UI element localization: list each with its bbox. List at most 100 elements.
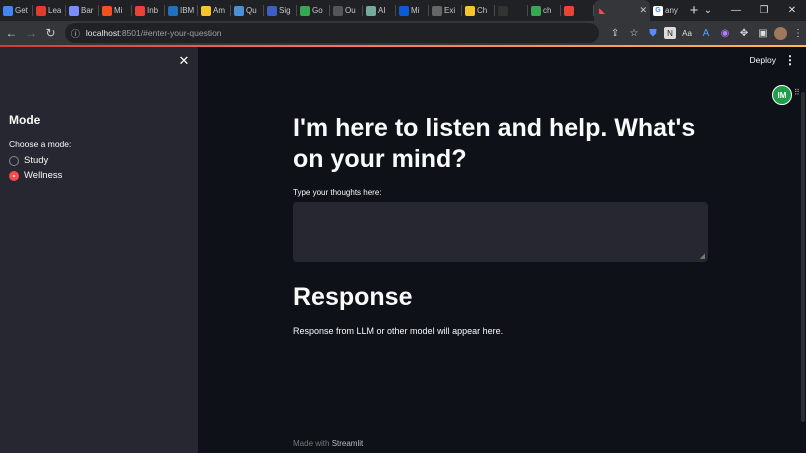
- browser-tab[interactable]: Get: [0, 0, 33, 21]
- radio-option-wellness[interactable]: Wellness: [9, 170, 62, 181]
- minimize-icon[interactable]: —: [722, 5, 750, 16]
- share-icon[interactable]: ⇪: [607, 25, 623, 41]
- sign-icon: [267, 5, 277, 16]
- tab-label: Ch: [477, 6, 488, 15]
- resize-handle-icon[interactable]: ◢: [700, 252, 705, 260]
- streamlit-link[interactable]: Streamlit: [332, 439, 364, 448]
- browser-tab[interactable]: Exi: [429, 0, 462, 21]
- avatar[interactable]: [774, 26, 788, 40]
- main-content: Deploy ⋮ I'm here to listen and help. Wh…: [198, 47, 806, 453]
- deploy-button[interactable]: Deploy: [750, 55, 776, 65]
- browser-tab[interactable]: Mi: [99, 0, 132, 21]
- star-icon: [333, 5, 343, 16]
- close-tab-icon[interactable]: ✕: [639, 5, 647, 16]
- google-icon: G: [653, 5, 663, 16]
- reload-icon[interactable]: ↻: [42, 26, 59, 40]
- tab-label: Inb: [147, 6, 159, 15]
- streamlit-icon: ◣: [597, 5, 607, 16]
- exit-icon: [432, 5, 442, 16]
- address-bar[interactable]: ⓘ localhost :8501/#enter-your-question: [64, 23, 600, 43]
- tab-label: Go: [312, 6, 323, 15]
- extension-badge[interactable]: IM: [772, 85, 792, 105]
- extension-shield-icon[interactable]: ⛊: [645, 25, 661, 41]
- extension-n-icon[interactable]: N: [664, 27, 677, 39]
- browser-tab[interactable]: [495, 0, 528, 21]
- tab-label: any: [665, 6, 678, 15]
- browser-tab[interactable]: Ou: [330, 0, 363, 21]
- footer: Made with Streamlit: [293, 439, 363, 448]
- tab-label: Lea: [48, 6, 62, 15]
- tab-label: ch: [543, 6, 552, 15]
- sidepanel-icon[interactable]: ▣: [755, 25, 771, 41]
- hugging-face-icon: [201, 5, 211, 16]
- tab-label: Mi: [114, 6, 123, 15]
- info-icon[interactable]: ⓘ: [71, 27, 80, 40]
- back-icon[interactable]: ←: [3, 26, 20, 40]
- tab-label: Am: [213, 6, 225, 15]
- browser-tab[interactable]: Mi: [396, 0, 429, 21]
- tab-label: Get: [15, 6, 28, 15]
- footer-prefix: Made with: [293, 439, 332, 448]
- browser-tab[interactable]: Inb: [132, 0, 165, 21]
- tab-label: AI: [378, 6, 386, 15]
- response-heading: Response: [293, 283, 413, 311]
- tab-active[interactable]: ◣ ✕: [594, 0, 650, 21]
- browser-menu-icon[interactable]: ⋮: [790, 25, 806, 41]
- restore-icon[interactable]: ❐: [750, 5, 778, 16]
- browser-tab[interactable]: Bar: [66, 0, 99, 21]
- radio-label: Study: [24, 155, 49, 166]
- response-text: Response from LLM or other model will ap…: [293, 326, 504, 336]
- forward-icon[interactable]: →: [23, 26, 40, 40]
- choose-mode-label: Choose a mode:: [9, 139, 72, 149]
- hugging-face-icon: [465, 5, 475, 16]
- bard-icon: [69, 5, 79, 16]
- drag-handle-icon[interactable]: ⠿: [794, 88, 800, 97]
- radio-button-selected[interactable]: [9, 170, 19, 181]
- github-icon: [498, 5, 508, 16]
- browser-tab[interactable]: IBM: [165, 0, 198, 21]
- close-sidebar-icon[interactable]: ✕: [178, 53, 190, 69]
- radio-label: Wellness: [24, 170, 63, 181]
- sidebar: ✕ Mode Choose a mode: Study Wellness: [0, 47, 198, 453]
- extension-translate-icon[interactable]: Aa: [679, 25, 695, 41]
- extension-a-icon[interactable]: A: [698, 25, 714, 41]
- tab-last[interactable]: G any: [650, 0, 683, 21]
- browser-tab[interactable]: AI: [363, 0, 396, 21]
- puzzle-icon[interactable]: ✥: [736, 25, 752, 41]
- bookmark-star-icon[interactable]: ☆: [626, 25, 642, 41]
- chevron-down-icon[interactable]: ⌄: [694, 5, 722, 16]
- browser-tab[interactable]: Ch: [462, 0, 495, 21]
- chrome-icon: [531, 5, 541, 16]
- google-drive-icon: [3, 5, 13, 16]
- browser-toolbar: ← → ↻ ⓘ localhost :8501/#enter-your-ques…: [0, 21, 806, 45]
- lea-icon: [36, 5, 46, 16]
- radio-button[interactable]: [9, 155, 19, 166]
- browser-tab[interactable]: [561, 0, 594, 21]
- record-icon: [564, 5, 574, 16]
- browser-tab[interactable]: Go: [297, 0, 330, 21]
- toolbar-icons: ⇪ ☆ ⛊ N Aa A ◉ ✥ ▣ ⋮: [607, 25, 806, 41]
- tab-label: IBM: [180, 6, 195, 15]
- tab-list: Get Lea Bar Mi Inb IBM Am Qu Sig Go Ou AI Mi Exi Ch ch: [0, 0, 594, 21]
- mail-icon: [399, 5, 409, 16]
- tab-label: Exi: [444, 6, 456, 15]
- browser-tab[interactable]: Qu: [231, 0, 264, 21]
- tab-label: Qu: [246, 6, 257, 15]
- chatgpt-icon: [366, 5, 376, 16]
- browser-tab[interactable]: Am: [198, 0, 231, 21]
- thoughts-textarea[interactable]: ◢: [293, 202, 708, 262]
- window-controls: ⌄ — ❐ ✕: [694, 0, 806, 21]
- browser-tab[interactable]: Sig: [264, 0, 297, 21]
- tab-label: Mi: [411, 6, 420, 15]
- main-menu-icon[interactable]: ⋮: [784, 53, 796, 67]
- browser-tab[interactable]: ch: [528, 0, 561, 21]
- mode-title: Mode: [9, 113, 41, 127]
- microsoft-icon: [102, 5, 112, 16]
- radio-option-study[interactable]: Study: [9, 155, 48, 166]
- page-title: I'm here to listen and help. What's on y…: [293, 114, 696, 173]
- browser-tab[interactable]: Lea: [33, 0, 66, 21]
- close-window-icon[interactable]: ✕: [778, 5, 806, 16]
- extension-circle-icon[interactable]: ◉: [717, 25, 733, 41]
- scrollbar[interactable]: [801, 92, 805, 422]
- url-path: :8501/#enter-your-question: [119, 28, 222, 38]
